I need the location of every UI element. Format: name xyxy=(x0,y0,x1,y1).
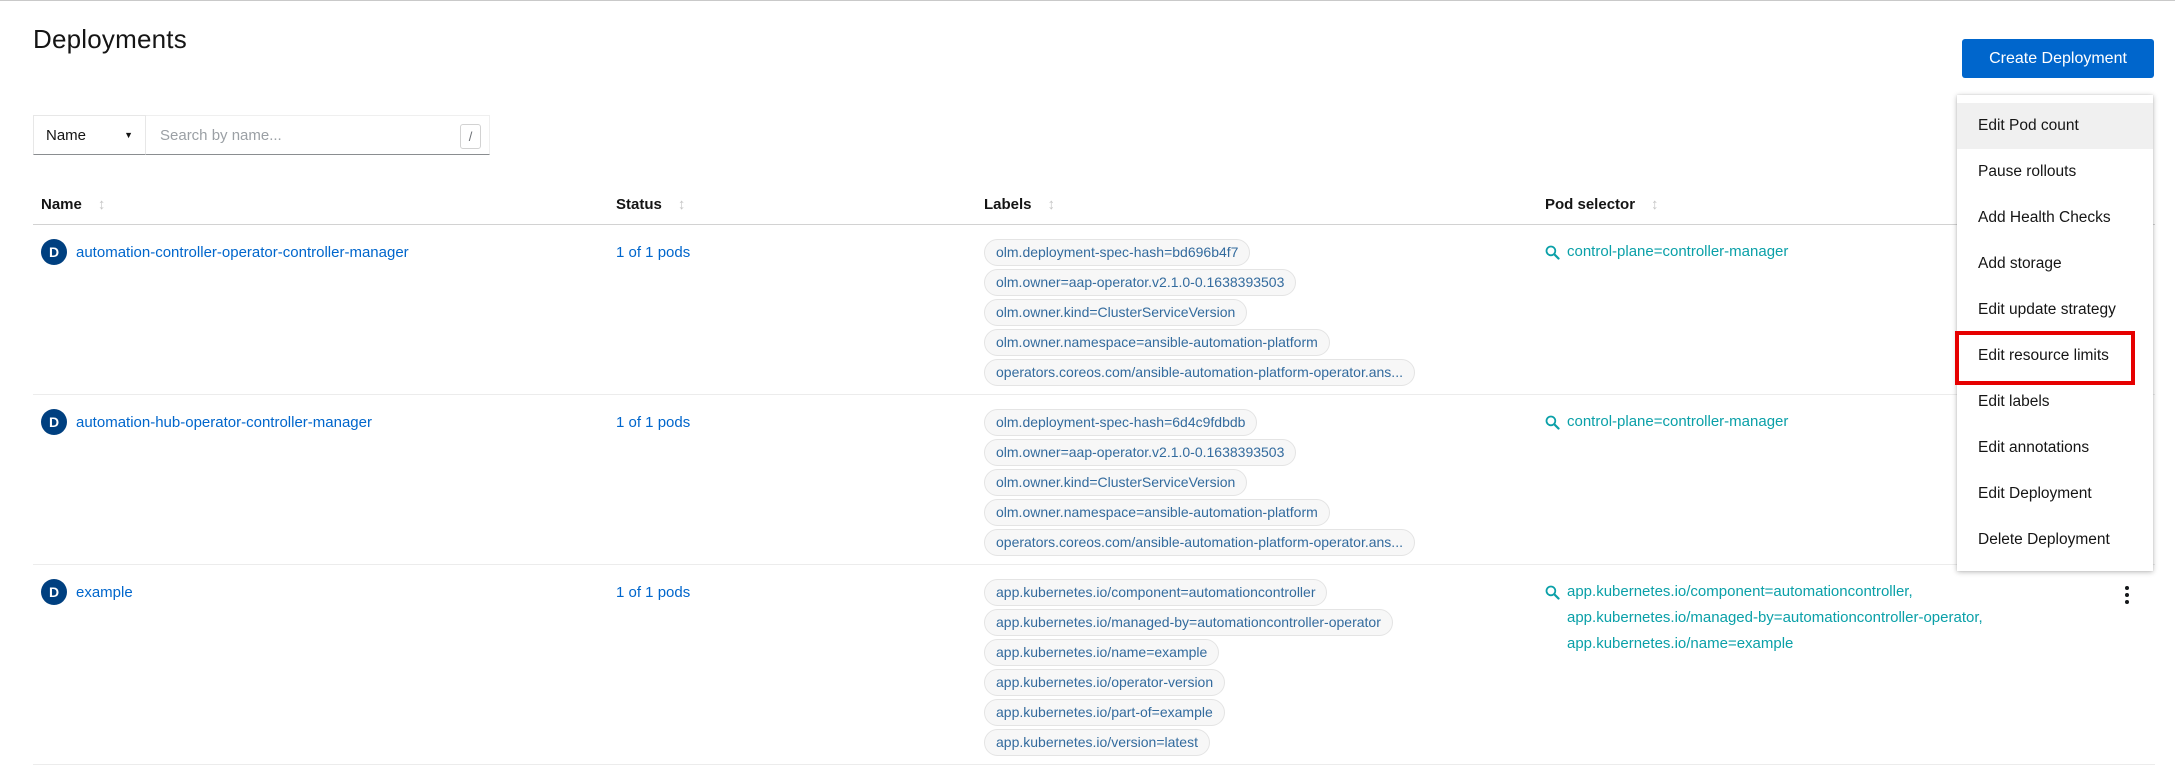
labels-cell: app.kubernetes.io/component=automationco… xyxy=(976,565,1537,764)
pods-status-link[interactable]: 1 of 1 pods xyxy=(616,244,690,261)
pod-selector-line[interactable]: app.kubernetes.io/name=example xyxy=(1567,631,1983,657)
label-pill[interactable]: olm.owner.kind=ClusterServiceVersion xyxy=(984,469,1247,496)
name-cell: Dexample xyxy=(33,565,608,764)
menu-item-add-storage[interactable]: Add storage xyxy=(1957,241,2153,287)
table-row: Dautomation-hub-operator-controller-mana… xyxy=(33,395,2155,565)
menu-item-edit-update-strategy[interactable]: Edit update strategy xyxy=(1957,287,2153,333)
column-header-status[interactable]: Status ↕ xyxy=(608,185,976,224)
actions-cell xyxy=(2100,565,2155,764)
sort-icon[interactable]: ↕ xyxy=(1048,196,1056,213)
label-pill[interactable]: olm.owner=aap-operator.v2.1.0-0.16383935… xyxy=(984,439,1296,466)
deployment-name-link[interactable]: automation-controller-operator-controlle… xyxy=(76,239,409,266)
label-pill[interactable]: olm.deployment-spec-hash=6d4c9fdbdb xyxy=(984,409,1257,436)
status-cell: 1 of 1 pods xyxy=(608,225,976,394)
label-pill[interactable]: app.kubernetes.io/name=example xyxy=(984,639,1219,666)
label-pill[interactable]: app.kubernetes.io/component=automationco… xyxy=(984,579,1327,606)
labels-cell: olm.deployment-spec-hash=bd696b4f7 olm.ow… xyxy=(976,225,1537,394)
column-header-label: Pod selector xyxy=(1545,196,1635,213)
label-pill[interactable]: operators.coreos.com/ansible-automation-… xyxy=(984,529,1415,556)
search-icon xyxy=(1545,585,1560,600)
pod-selector-link[interactable]: control-plane=controller-manager xyxy=(1567,409,1788,556)
menu-item-edit-labels[interactable]: Edit labels xyxy=(1957,379,2153,425)
search-input[interactable] xyxy=(146,116,489,154)
search-box: / xyxy=(146,115,490,155)
name-cell: Dautomation-hub-operator-controller-mana… xyxy=(33,395,608,564)
label-pill[interactable]: operators.coreos.com/ansible-automation-… xyxy=(984,359,1415,386)
menu-item-edit-resource-limits[interactable]: Edit resource limits xyxy=(1957,333,2153,379)
label-pill[interactable]: olm.owner.namespace=ansible-automation-p… xyxy=(984,329,1330,356)
pod-selector-line[interactable]: control-plane=controller-manager xyxy=(1567,239,1788,265)
deployment-kind-badge: D xyxy=(41,239,67,265)
label-pill[interactable]: app.kubernetes.io/managed-by=automationc… xyxy=(984,609,1393,636)
actions-dropdown-menu: Edit Pod countPause rolloutsAdd Health C… xyxy=(1957,95,2153,571)
top-divider xyxy=(0,0,2175,1)
table-row: Dautomation-controller-operator-controll… xyxy=(33,225,2155,395)
deployment-name-link[interactable]: automation-hub-operator-controller-manag… xyxy=(76,409,372,436)
menu-item-edit-annotations[interactable]: Edit annotations xyxy=(1957,425,2153,471)
menu-item-delete-deployment[interactable]: Delete Deployment xyxy=(1957,517,2153,563)
label-pill[interactable]: olm.owner=aap-operator.v2.1.0-0.16383935… xyxy=(984,269,1296,296)
column-header-label: Labels xyxy=(984,196,1032,213)
pod-selector-link[interactable]: control-plane=controller-manager xyxy=(1567,239,1788,386)
filter-type-label: Name xyxy=(46,127,86,144)
menu-item-edit-deployment[interactable]: Edit Deployment xyxy=(1957,471,2153,517)
sort-icon[interactable]: ↕ xyxy=(678,196,686,213)
sort-icon[interactable]: ↕ xyxy=(98,196,106,213)
caret-down-icon: ▼ xyxy=(124,130,133,140)
label-pill[interactable]: app.kubernetes.io/version=latest xyxy=(984,729,1210,756)
pod-selector-line[interactable]: app.kubernetes.io/component=automationco… xyxy=(1567,579,1983,605)
label-pill[interactable]: app.kubernetes.io/part-of=example xyxy=(984,699,1225,726)
pods-status-link[interactable]: 1 of 1 pods xyxy=(616,414,690,431)
status-cell: 1 of 1 pods xyxy=(608,565,976,764)
pods-status-link[interactable]: 1 of 1 pods xyxy=(616,584,690,601)
kebab-menu-icon[interactable] xyxy=(2119,586,2135,604)
menu-item-add-health-checks[interactable]: Add Health Checks xyxy=(1957,195,2153,241)
label-pill[interactable]: olm.owner.kind=ClusterServiceVersion xyxy=(984,299,1247,326)
pod-selector-line[interactable]: control-plane=controller-manager xyxy=(1567,409,1788,435)
deployment-kind-badge: D xyxy=(41,409,67,435)
label-pill[interactable]: olm.deployment-spec-hash=bd696b4f7 xyxy=(984,239,1250,266)
column-header-labels[interactable]: Labels ↕ xyxy=(976,185,1537,224)
table-body: Dautomation-controller-operator-controll… xyxy=(33,225,2155,765)
menu-item-edit-pod-count[interactable]: Edit Pod count xyxy=(1957,103,2153,149)
table-header-row: Name ↕ Status ↕ Labels ↕ Pod selector ↕ xyxy=(33,185,2155,225)
deployments-table: Name ↕ Status ↕ Labels ↕ Pod selector ↕ Dautoma… xyxy=(33,185,2155,765)
deployment-name-link[interactable]: example xyxy=(76,579,133,606)
filter-type-dropdown[interactable]: Name ▼ xyxy=(33,115,146,155)
deployment-kind-badge: D xyxy=(41,579,67,605)
pod-selector-line[interactable]: app.kubernetes.io/managed-by=automationc… xyxy=(1567,605,1983,631)
create-deployment-button[interactable]: Create Deployment xyxy=(1962,39,2154,78)
labels-cell: olm.deployment-spec-hash=6d4c9fdbdb olm.o… xyxy=(976,395,1537,564)
column-header-label: Name xyxy=(41,196,82,213)
column-header-name[interactable]: Name ↕ xyxy=(33,185,608,224)
search-icon xyxy=(1545,415,1560,430)
slash-shortcut-badge: / xyxy=(460,124,481,149)
table-row: Dexample 1 of 1 pods app.kubernetes.io/com… xyxy=(33,565,2155,765)
menu-item-pause-rollouts[interactable]: Pause rollouts xyxy=(1957,149,2153,195)
status-cell: 1 of 1 pods xyxy=(608,395,976,564)
filter-toolbar: Name ▼ / xyxy=(33,115,490,155)
pod-selector-cell: app.kubernetes.io/component=automationco… xyxy=(1537,565,2100,764)
search-icon xyxy=(1545,245,1560,260)
pod-selector-link[interactable]: app.kubernetes.io/component=automationco… xyxy=(1567,579,1983,756)
name-cell: Dautomation-controller-operator-controll… xyxy=(33,225,608,394)
column-header-label: Status xyxy=(616,196,662,213)
sort-icon[interactable]: ↕ xyxy=(1651,196,1659,213)
label-pill[interactable]: olm.owner.namespace=ansible-automation-p… xyxy=(984,499,1330,526)
page-title: Deployments xyxy=(33,24,187,55)
label-pill[interactable]: app.kubernetes.io/operator-version xyxy=(984,669,1225,696)
